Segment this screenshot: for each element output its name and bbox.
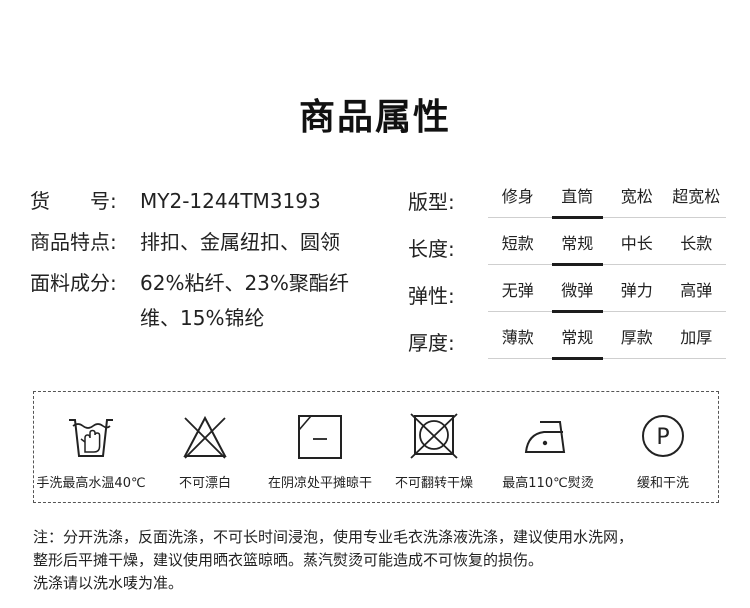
attr-option: 中长 [620,234,653,253]
info-value-fabric: 62%粘纤、23%聚酯纤维、15%锦纶 [140,271,349,330]
info-row-features: 商品特点: 排扣、金属纽扣、圆领 [30,225,380,260]
attr-option: 修身 [501,187,534,206]
page-title: 商品属性 [298,97,451,138]
attr-option: 宽松 [620,187,653,206]
care-item-dry-shade: 在阴凉处平摊晾干 [263,392,377,504]
attr-option: 无弹 [501,281,534,300]
attr-label-length: 长度: [408,237,455,261]
dry-clean-letter: P [656,425,669,450]
attr-row-fit: 版型: 修身 直筒 宽松 超宽松 [408,178,726,225]
do-not-bleach-icon [183,415,227,459]
care-item-iron: 最高110℃熨烫 [491,392,605,504]
info-label-fabric: 面料成分: [30,271,117,295]
attr-option: 超宽松 [672,187,721,206]
attr-label-fit: 版型: [408,190,455,214]
info-row-sku: 货 号: MY2-1244TM3193 [30,184,380,219]
do-not-tumble-dry-icon [410,413,458,459]
attr-label-thickness: 厚度: [408,331,455,355]
attr-row-length: 长度: 短款 常规 中长 长款 [408,225,726,272]
care-label: 缓和干洗 [636,476,689,491]
attr-option-selected: 直筒 [548,178,608,219]
attr-row-thickness: 厚度: 薄款 常规 厚款 加厚 [408,319,726,366]
info-label-features: 商品特点: [30,230,117,254]
care-label: 在阴凉处平摊晾干 [267,476,372,491]
note-line: 整形后平摊干燥，建议使用晒衣篮晾晒。蒸汽熨烫可能造成不可恢复的损伤。 [33,551,544,569]
attr-option: 长款 [680,234,713,253]
care-instructions: 手洗最高水温40℃ 不可漂白 在阴凉处平摊晾干 不可翻转干燥 最高110℃熨烫 [33,391,719,503]
attr-option-selected: 常规 [548,319,608,360]
dry-clean-p-icon: P [642,415,684,457]
attr-row-stretch: 弹性: 无弹 微弹 弹力 高弹 [408,272,726,319]
attr-option: 加厚 [680,328,713,347]
attr-option: 厚款 [620,328,653,347]
attr-option-selected: 微弹 [548,272,608,313]
care-label: 最高110℃熨烫 [502,476,594,491]
care-label: 不可翻转干燥 [394,476,473,491]
attr-label-stretch: 弹性: [408,284,455,308]
attr-option: 弹力 [620,281,653,300]
attr-options-thickness: 薄款 常规 厚款 加厚 [488,319,726,360]
attr-options-fit: 修身 直筒 宽松 超宽松 [488,178,726,219]
info-row-fabric: 面料成分: 62%粘纤、23%聚酯纤维、15%锦纶 [30,266,380,336]
attr-option: 短款 [501,234,534,253]
attr-option: 高弹 [680,281,713,300]
attr-options-stretch: 无弹 微弹 弹力 高弹 [488,272,726,313]
info-value-sku: MY2-1244TM3193 [140,189,321,213]
care-item-dry-clean: P 缓和干洗 [606,392,720,504]
note-line: 注：分开洗涤，反面洗涤，不可长时间浸泡，使用专业毛衣洗涤液洗涤，建议使用水洗网， [33,528,634,546]
attr-options-length: 短款 常规 中长 长款 [488,225,726,266]
product-info: 货 号: MY2-1244TM3193 商品特点: 排扣、金属纽扣、圆领 面料成… [30,184,380,342]
hand-wash-40-icon [69,419,113,457]
dry-flat-in-shade-icon [298,415,342,459]
info-label-sku: 货 号: [30,189,117,213]
care-item-no-bleach: 不可漂白 [148,392,262,504]
care-label: 不可漂白 [178,476,231,491]
info-value-features: 排扣、金属纽扣、圆领 [140,230,340,254]
attr-option-selected: 常规 [548,225,608,266]
attribute-table: 版型: 修身 直筒 宽松 超宽松 长度: 短款 常规 中长 长款 弹性: 无弹 … [408,178,726,366]
care-note: 注：分开洗涤，反面洗涤，不可长时间浸泡，使用专业毛衣洗涤液洗涤，建议使用水洗网，… [33,526,723,595]
care-label: 手洗最高水温40℃ [36,476,146,491]
care-item-hand-wash: 手洗最高水温40℃ [34,392,148,504]
care-item-no-tumble: 不可翻转干燥 [377,392,491,504]
note-line: 洗涤请以洗水唛为准。 [33,574,184,592]
attr-option: 薄款 [501,328,534,347]
iron-110-icon [524,421,566,453]
